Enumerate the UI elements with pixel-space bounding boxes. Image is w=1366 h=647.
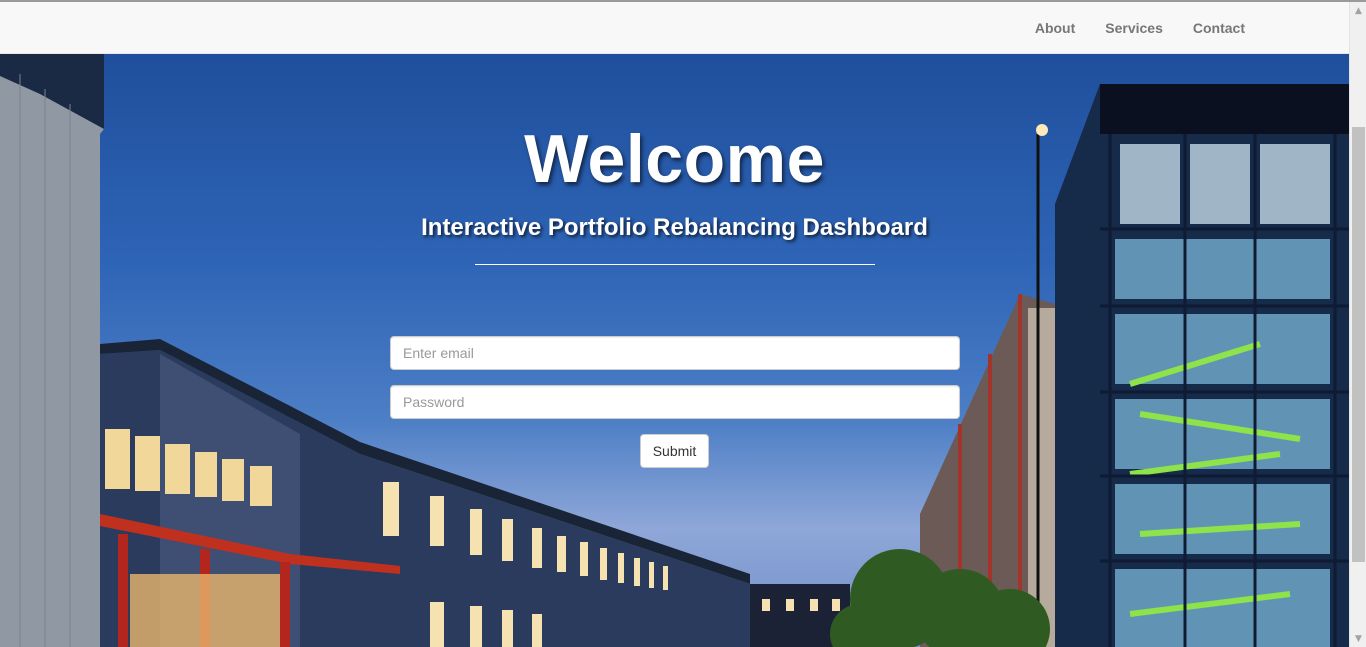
email-input[interactable] [390, 336, 960, 370]
chevron-up-icon[interactable]: ▲ [1350, 2, 1366, 19]
hero-section: Welcome Interactive Portfolio Rebalancin… [0, 54, 1349, 647]
nav-link-about[interactable]: About [1035, 20, 1075, 36]
nav-link-services[interactable]: Services [1105, 20, 1163, 36]
submit-button[interactable]: Submit [640, 434, 709, 468]
vertical-scrollbar[interactable]: ▲ ▼ [1349, 2, 1366, 647]
nav-links: About Services Contact [1005, 2, 1245, 54]
nav-link-contact[interactable]: Contact [1193, 20, 1245, 36]
hero-subtitle: Interactive Portfolio Rebalancing Dashbo… [421, 214, 928, 241]
navbar: About Services Contact [0, 2, 1349, 54]
hero-title: Welcome [524, 121, 825, 197]
hero-divider [475, 264, 875, 265]
scrollbar-thumb[interactable] [1352, 127, 1365, 562]
password-input[interactable] [390, 385, 960, 419]
chevron-down-icon[interactable]: ▼ [1350, 630, 1366, 647]
